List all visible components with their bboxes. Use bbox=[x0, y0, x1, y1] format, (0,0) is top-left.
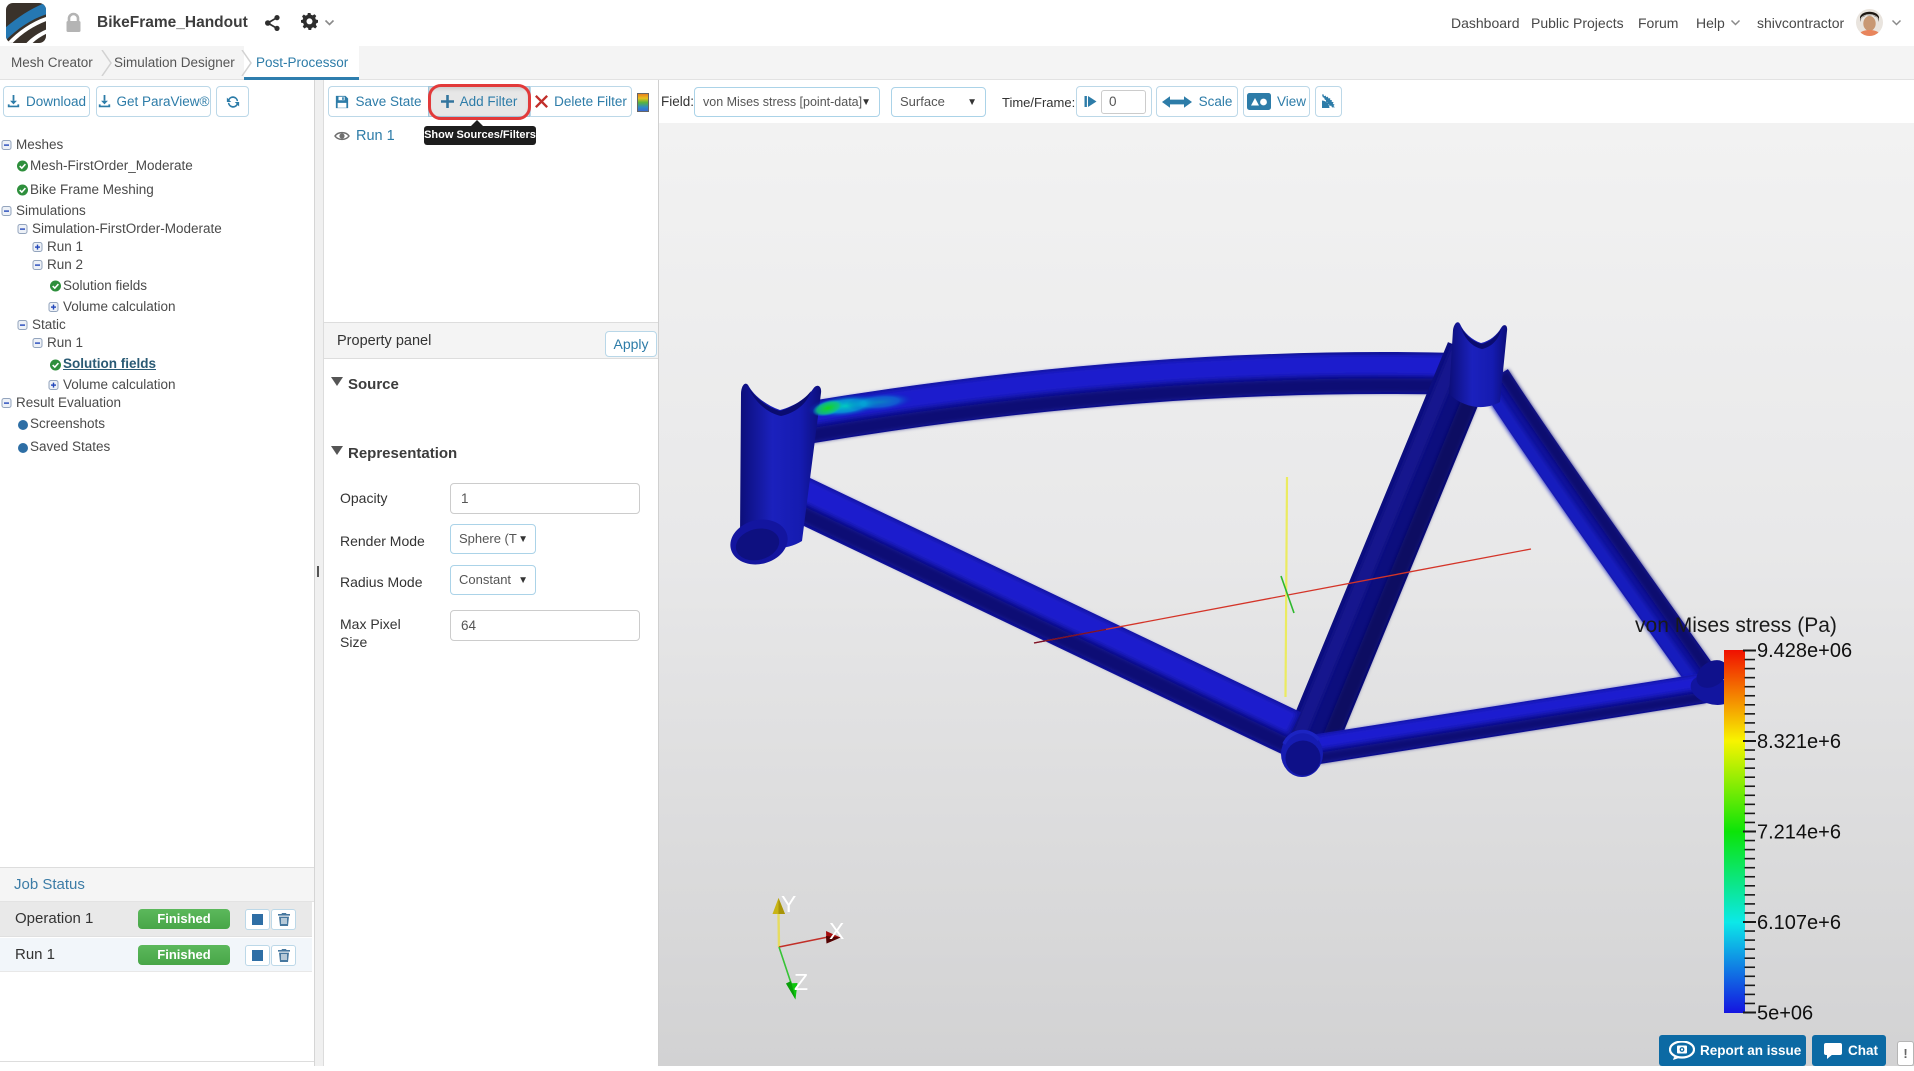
svg-text:5e+06: 5e+06 bbox=[1757, 1003, 1813, 1025]
svg-text:9.428e+06: 9.428e+06 bbox=[1757, 640, 1852, 662]
svg-text:Y: Y bbox=[781, 891, 796, 917]
svg-text:X: X bbox=[829, 918, 844, 944]
svg-text:Z: Z bbox=[794, 969, 808, 995]
svg-text:8.321e+6: 8.321e+6 bbox=[1757, 731, 1841, 753]
svg-text:6.107e+6: 6.107e+6 bbox=[1757, 912, 1841, 934]
svg-text:von Mises stress (Pa): von Mises stress (Pa) bbox=[1635, 614, 1837, 637]
svg-text:7.214e+6: 7.214e+6 bbox=[1757, 822, 1841, 844]
